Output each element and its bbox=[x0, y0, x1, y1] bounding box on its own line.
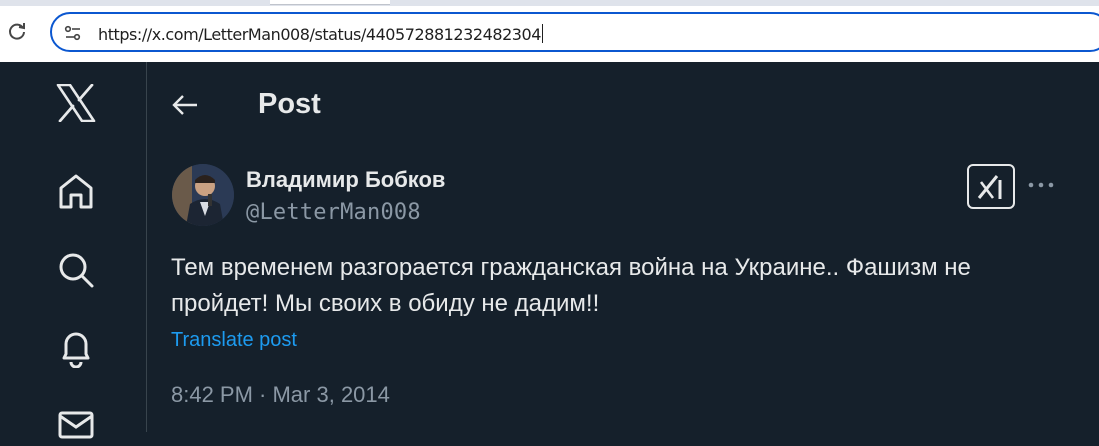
text-caret bbox=[541, 24, 543, 43]
left-nav bbox=[0, 62, 147, 439]
post-text: Тем временем разгорается гражданская вой… bbox=[171, 250, 1051, 322]
translate-post-link[interactable]: Translate post bbox=[171, 329, 297, 352]
active-tab[interactable] bbox=[270, 0, 390, 5]
home-icon[interactable] bbox=[55, 170, 97, 212]
reload-icon[interactable] bbox=[6, 20, 28, 42]
mail-icon[interactable] bbox=[55, 404, 97, 446]
browser-chrome: https://x.com/LetterMan008/status/440572… bbox=[0, 0, 1099, 62]
scrollbar-gutter bbox=[1082, 62, 1099, 432]
search-icon[interactable] bbox=[55, 249, 97, 291]
url-text[interactable]: https://x.com/LetterMan008/status/440572… bbox=[98, 24, 543, 44]
back-arrow-icon[interactable] bbox=[170, 90, 200, 120]
address-bar[interactable]: https://x.com/LetterMan008/status/440572… bbox=[50, 12, 1099, 52]
bell-icon[interactable] bbox=[55, 327, 97, 369]
author-name[interactable]: Владимир Бобков bbox=[246, 167, 445, 193]
author-handle[interactable]: @LetterMan008 bbox=[246, 200, 421, 225]
grok-icon[interactable] bbox=[967, 164, 1015, 209]
more-options-icon[interactable] bbox=[1026, 173, 1056, 197]
x-logo-icon[interactable] bbox=[55, 82, 97, 124]
main-column: Post Владимир Бобков @LetterMan008 Тем в… bbox=[146, 62, 1083, 432]
page-title: Post bbox=[258, 88, 321, 120]
post-text-line: Тем временем разгорается гражданская вой… bbox=[171, 254, 971, 281]
tab-strip bbox=[0, 0, 1099, 6]
post-text-line: пройдет! Мы своих в обиду не дадим!! bbox=[171, 290, 600, 317]
author-avatar[interactable] bbox=[172, 164, 234, 226]
site-settings-icon[interactable] bbox=[64, 24, 82, 42]
post-timestamp[interactable]: 8:42 PM · Mar 3, 2014 bbox=[171, 382, 390, 408]
